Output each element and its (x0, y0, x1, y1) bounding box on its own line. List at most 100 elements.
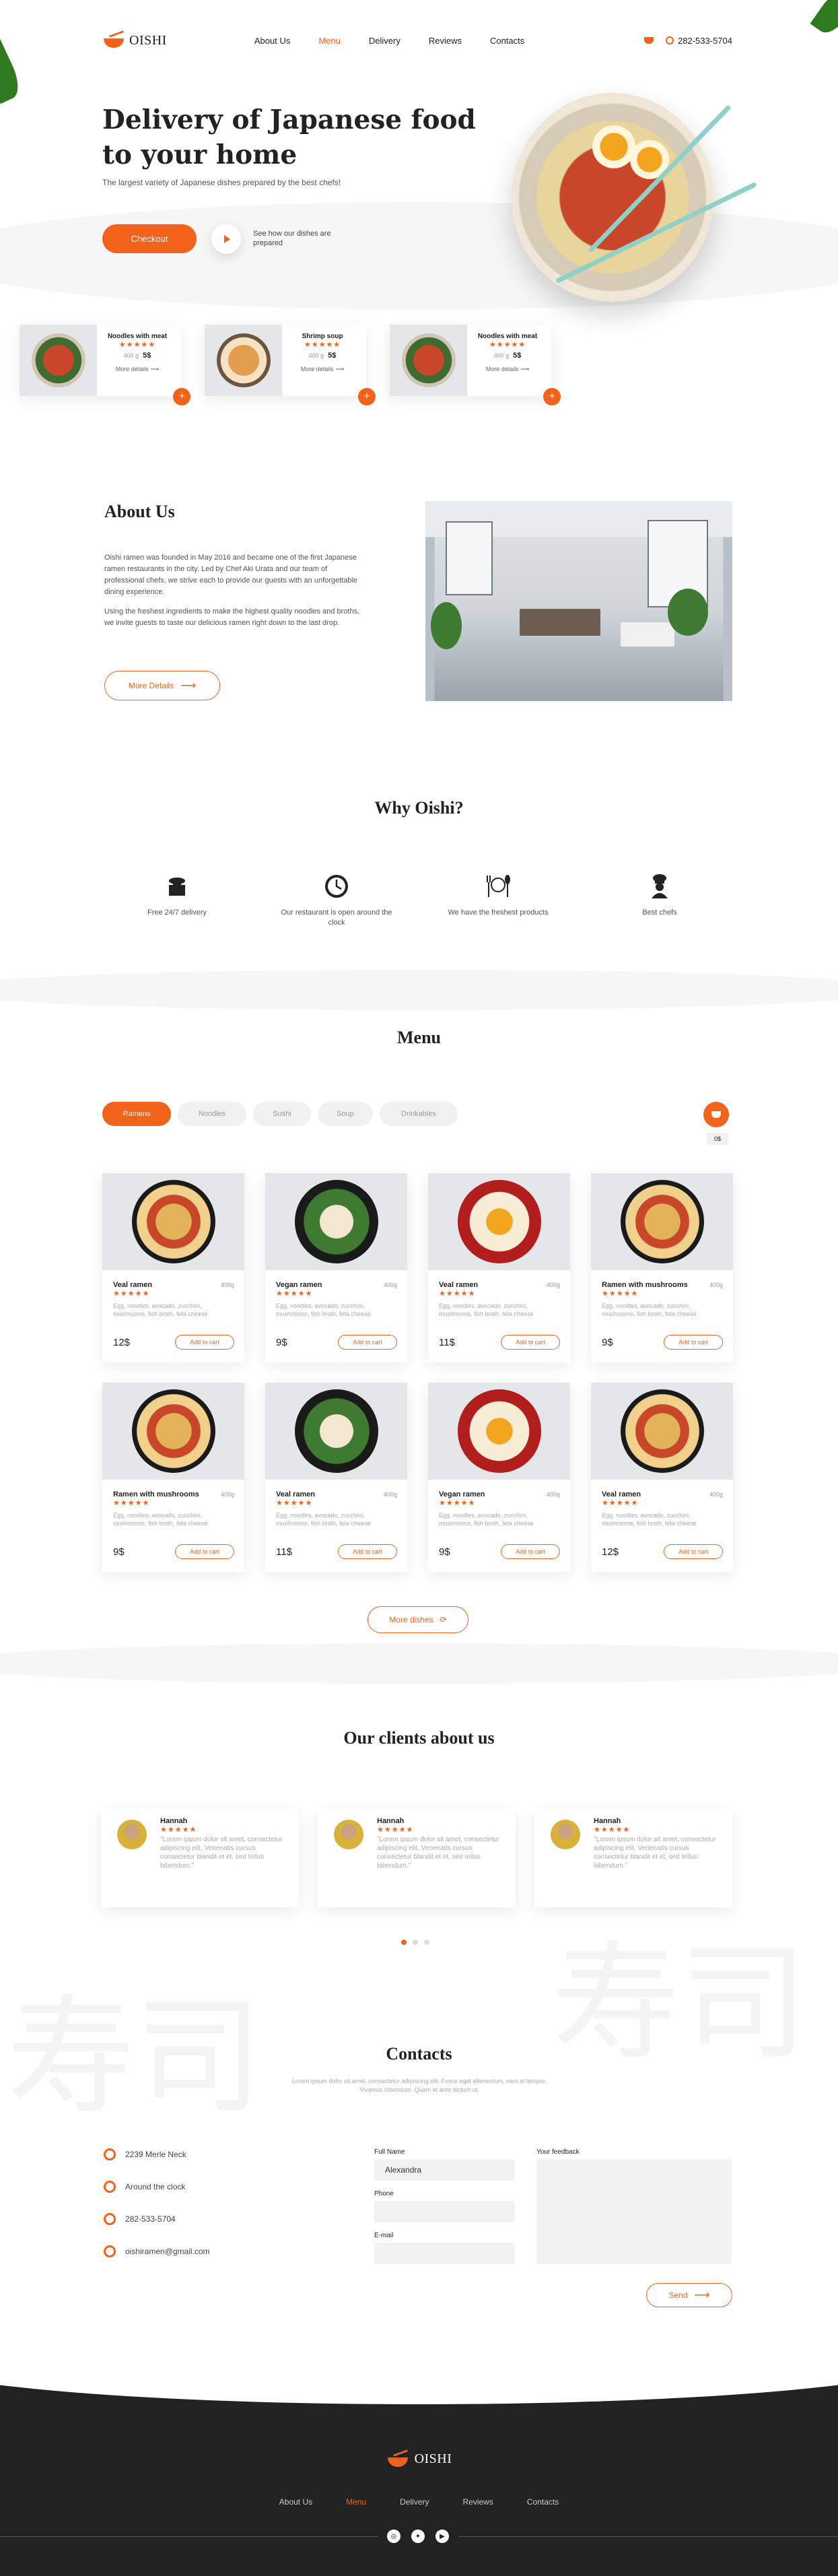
play-video-button[interactable] (211, 224, 241, 254)
menu-card[interactable]: Ramen with mushrooms 400g ★★★★★ Egg, noodle… (102, 1383, 244, 1572)
header-phone-number: 282-533-5704 (678, 35, 732, 46)
rating-stars: ★★★★★ (113, 1499, 150, 1507)
add-to-cart-button[interactable]: Add to cart (501, 1335, 560, 1350)
more-details-link[interactable]: More details ⟶ (285, 366, 359, 373)
dish-description: Egg, noodles, avocado, zucchini, mushroo… (276, 1302, 371, 1317)
menu-card[interactable]: Veal ramen 400g ★★★★★ Egg, noodles, avocado… (428, 1173, 570, 1362)
menu-card[interactable]: Veal ramen 400g ★★★★★ Egg, noodles, avocado… (591, 1383, 733, 1572)
tab-drinkables[interactable]: Drinkables (380, 1102, 458, 1126)
feedback-textarea[interactable] (536, 2159, 732, 2264)
nav-about[interactable]: About Us (254, 36, 290, 46)
table-decoration (520, 609, 600, 636)
window-decoration (446, 521, 493, 595)
carousel-dot[interactable] (424, 1940, 429, 1945)
email-input[interactable] (374, 2243, 514, 2264)
why-item: Free 24/7 delivery (120, 873, 234, 918)
add-to-cart-button[interactable]: Add to cart (664, 1335, 723, 1350)
add-button[interactable]: + (358, 388, 376, 405)
footer-nav-reviews[interactable]: Reviews (463, 2497, 493, 2507)
phone-label: Phone (374, 2190, 394, 2198)
nav-menu[interactable]: Menu (318, 36, 341, 46)
send-button[interactable]: Send ⟶ (646, 2283, 732, 2307)
nav-contacts[interactable]: Contacts (490, 36, 524, 46)
about-title: About Us (104, 502, 175, 521)
carousel-dot[interactable] (401, 1940, 407, 1945)
menu-card-header: Veal ramen 400g (602, 1490, 723, 1498)
featured-weight: 400 g (493, 352, 510, 359)
dish-name: Veal ramen (602, 1490, 641, 1498)
rating-stars: ★★★★★ (118, 341, 156, 349)
menu-card-body: Veal ramen 400g ★★★★★ Egg, noodles, avocado… (602, 1490, 723, 1527)
nav-reviews[interactable]: Reviews (429, 36, 462, 46)
footer-curve (0, 2310, 838, 2404)
menu-card[interactable]: Vegan ramen 400g ★★★★★ Egg, noodles, avocad… (428, 1383, 570, 1572)
featured-card[interactable]: Shrimp soup ★★★★★ 400 g 5$ More details ⟶… (205, 325, 376, 405)
menu-card[interactable]: Veal ramen 400g ★★★★★ Egg, noodles, avocado… (265, 1383, 407, 1572)
footer-nav-about[interactable]: About Us (279, 2497, 312, 2507)
tab-noodles[interactable]: Noodles (178, 1102, 246, 1126)
more-details-link[interactable]: More details ⟶ (100, 366, 174, 373)
why-label: We have the freshest products (448, 909, 549, 917)
contact-email[interactable]: oishiramen@gmail.com (104, 2245, 210, 2257)
phone-input[interactable] (374, 2201, 514, 2222)
clients-title: Our clients about us (343, 1728, 495, 1748)
checkout-button[interactable]: Checkout (102, 224, 197, 253)
youtube-icon[interactable]: ▶ (435, 2530, 449, 2543)
instagram-icon[interactable]: ◎ (387, 2530, 400, 2543)
header-phone[interactable]: 282-533-5704 (666, 36, 732, 46)
menu-card[interactable]: Veal ramen 400g ★★★★★ Egg, noodles, avocado… (102, 1173, 244, 1362)
footer-nav-contacts[interactable]: Contacts (527, 2497, 559, 2507)
logo[interactable]: OISHI (102, 33, 167, 48)
cart-icon[interactable] (644, 37, 654, 44)
hero-background (0, 202, 838, 310)
more-dishes-button[interactable]: More dishes ⟳ (368, 1606, 468, 1633)
dish-plate (401, 333, 456, 387)
dish-name: Vegan ramen (439, 1490, 485, 1498)
avatar (551, 1820, 580, 1849)
add-to-cart-button[interactable]: Add to cart (338, 1544, 397, 1559)
phone-icon (104, 2213, 116, 2225)
add-to-cart-button[interactable]: Add to cart (175, 1335, 234, 1350)
featured-card[interactable]: Noodles with meat ★★★★★ 400 g 5$ More det… (20, 325, 190, 405)
featured-title: Noodles with meat (477, 333, 538, 340)
add-button[interactable]: + (173, 388, 190, 405)
contact-phone[interactable]: 282-533-5704 (104, 2213, 176, 2225)
tab-ramens[interactable]: Ramens (102, 1102, 171, 1126)
footer-nav-delivery[interactable]: Delivery (400, 2497, 429, 2507)
dish-plate (620, 1180, 704, 1263)
footer-nav: About Us Menu Delivery Reviews Contacts (0, 2497, 838, 2507)
full-name-input[interactable] (374, 2159, 514, 2181)
cart-button[interactable] (703, 1102, 729, 1127)
footer-logo[interactable]: OISHI (0, 2451, 838, 2467)
table-decoration (621, 622, 674, 647)
add-to-cart-button[interactable]: Add to cart (501, 1544, 560, 1559)
rating-stars: ★★★★★ (113, 1290, 150, 1298)
play-video-label: See how our dishes are prepared (253, 230, 331, 247)
dish-weight: 400g (709, 1491, 723, 1498)
avatar (117, 1820, 147, 1849)
review-body: Hannah ★★★★★ "Lorem ipsum dolor sit amet… (377, 1817, 505, 1870)
featured-card[interactable]: Noodles with meat ★★★★★ 400 g 5$ More det… (390, 325, 561, 405)
nav-delivery[interactable]: Delivery (369, 36, 400, 46)
dish-plate (131, 1180, 215, 1263)
menu-card[interactable]: Ramen with mushrooms 400g ★★★★★ Egg, noodle… (591, 1173, 733, 1362)
menu-card-footer: 11$ Add to cart (276, 1544, 397, 1559)
add-to-cart-button[interactable]: Add to cart (175, 1544, 234, 1559)
carousel-dot[interactable] (413, 1940, 418, 1945)
more-details-button[interactable]: More Details ⟶ (104, 671, 220, 700)
more-details-label: More details (115, 366, 149, 372)
more-details-link[interactable]: More details ⟶ (470, 366, 545, 373)
footer-nav-menu[interactable]: Menu (346, 2497, 366, 2507)
tab-sushi[interactable]: Sushi (253, 1102, 311, 1126)
dish-plate (457, 1389, 541, 1473)
dish-plate (457, 1180, 541, 1263)
menu-card[interactable]: Vegan ramen 400g ★★★★★ Egg, noodles, avocad… (265, 1173, 407, 1362)
add-to-cart-button[interactable]: Add to cart (664, 1544, 723, 1559)
twitter-icon[interactable]: ✦ (411, 2530, 425, 2543)
dish-image (205, 325, 282, 396)
tab-soup[interactable]: Soup (318, 1102, 373, 1126)
add-to-cart-button[interactable]: Add to cart (338, 1335, 397, 1350)
add-button[interactable]: + (543, 388, 561, 405)
contacts-subtitle: Lorem ipsum dolor sit amet, consectetur … (291, 2078, 547, 2093)
clock-icon (323, 873, 350, 900)
